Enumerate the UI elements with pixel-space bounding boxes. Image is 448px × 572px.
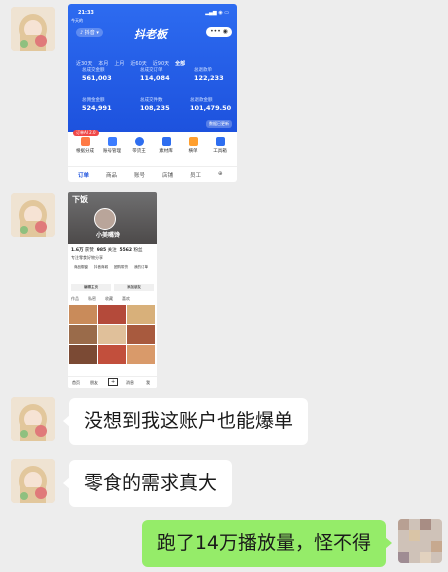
app-title: 抖老板 — [134, 28, 167, 41]
profile-name: 小美嘴馋 — [96, 232, 121, 239]
profile-cover: 下饭 小美嘴馋 — [68, 192, 157, 244]
stat-items: 总成交件数 108,235 — [140, 98, 170, 112]
filter-item[interactable]: 近30天 — [76, 60, 92, 67]
message-text: 跑了14万播放量，怪不得 — [156, 532, 371, 554]
message-bubble-incoming[interactable]: 零食的需求真大 — [63, 460, 233, 507]
menu-item[interactable]: 账号管理 — [100, 137, 124, 154]
nav-friends[interactable]: 朋友 — [90, 380, 98, 386]
nav-me[interactable]: 我 — [146, 380, 150, 386]
my-avatar[interactable] — [398, 519, 442, 563]
message-text: 零食的需求真大 — [84, 472, 218, 494]
tab-accounts[interactable]: 账号 — [134, 171, 145, 179]
tiktok-icon: ♪ — [80, 30, 84, 36]
video-thumbnail[interactable] — [127, 325, 155, 344]
video-thumbnail[interactable] — [69, 325, 97, 344]
tab-likes[interactable]: 喜欢 — [122, 296, 130, 301]
message-bubble-incoming[interactable]: 没想到我这账户也能爆单 — [63, 398, 309, 445]
contact-avatar[interactable] — [11, 7, 55, 51]
filter-item[interactable]: 上月 — [114, 60, 124, 67]
bubble-tail — [385, 537, 392, 549]
action-item[interactable]: 抖音商城 — [91, 265, 111, 270]
profile-bio: 专注零食好物分享 — [71, 255, 103, 260]
video-thumbnail[interactable] — [127, 305, 155, 324]
profile-actions: 商品橱窗 抖音商城 团购带货 我的订单 — [71, 265, 155, 270]
menu-item[interactable]: 素材库 — [154, 137, 178, 154]
action-item[interactable]: 商品橱窗 — [71, 265, 91, 270]
contact-avatar[interactable] — [11, 459, 55, 503]
filter-item[interactable]: 近60天 — [130, 60, 146, 67]
video-thumbnail[interactable] — [69, 305, 97, 324]
action-item[interactable]: 团购带货 — [111, 265, 131, 270]
date-filters: 近30天 本月 上月 近60天 近90天 全部 — [76, 50, 191, 69]
edit-profile-button[interactable]: 编辑主页 — [71, 284, 111, 291]
tab-private[interactable]: 私密 — [88, 296, 96, 301]
filter-item[interactable]: 近90天 — [153, 60, 169, 67]
tab-favorites[interactable]: 收藏 — [105, 296, 113, 301]
nav-create[interactable]: + — [108, 378, 119, 386]
video-thumbnail[interactable] — [69, 345, 97, 364]
menu-item[interactable]: 横单 — [181, 137, 205, 154]
image-message-profile-screenshot[interactable]: 下饭 小美嘴馋 1.6万 获赞 985 关注 5562 粉丝 专注零食好物分享 … — [68, 192, 157, 388]
filter-item[interactable]: 全部 — [175, 60, 185, 67]
tab-works[interactable]: 作品 — [71, 296, 79, 301]
bottom-tabs: 订单 商品 账号 店铺 员工 ⊕ — [68, 166, 237, 182]
filter-item[interactable]: 本月 — [98, 60, 108, 67]
bubble-tail — [63, 415, 70, 427]
contact-avatar[interactable] — [11, 397, 55, 441]
stat-total-orders: 总成交订单 114,084 — [140, 68, 170, 82]
feature-menu: 订单AI 2.0 根据分成 账号管理 带货王 素材库 横单 工具箱 — [71, 130, 234, 159]
profile-avatar[interactable] — [94, 208, 116, 230]
status-sub: 今天的 — [71, 18, 83, 23]
tab-products[interactable]: 商品 — [106, 171, 117, 179]
bottom-nav: 首页 朋友 + 消息 我 — [68, 376, 157, 388]
profile-tabs: 作品 私密 收藏 喜欢 — [71, 296, 155, 302]
add-icon[interactable]: ⊕ — [218, 171, 223, 177]
status-icons: ▂▄▆ ◉ ▭ — [205, 10, 229, 16]
nav-home[interactable]: 首页 — [72, 380, 80, 386]
menu-tag: 订单AI 2.0 — [73, 130, 99, 136]
menu-item[interactable]: 带货王 — [127, 137, 151, 154]
crown-icon — [134, 137, 144, 146]
folder-icon — [161, 137, 171, 146]
app-badge[interactable]: ♪ 抖音 ▾ — [76, 28, 103, 37]
share-icon — [80, 137, 90, 146]
mini-program-capsule[interactable]: ••• ◉ — [206, 27, 232, 37]
profile-stats: 1.6万 获赞 985 关注 5562 粉丝 — [71, 248, 143, 253]
stat-commission: 总佣金金额 524,991 — [82, 98, 112, 112]
tab-staff[interactable]: 员工 — [190, 171, 201, 179]
tab-shops[interactable]: 店铺 — [162, 171, 173, 179]
contact-avatar[interactable] — [11, 193, 55, 237]
stats-header: 21:33 今天的 ▂▄▆ ◉ ▭ ♪ 抖音 ▾ 抖老板 ••• ◉ 近30天本… — [68, 4, 237, 132]
bubble-tail — [63, 477, 70, 489]
profile-cover-title: 下饭 — [72, 195, 88, 204]
stat-total-sales: 总成交金额 561,003 — [82, 68, 112, 82]
video-thumbnail[interactable] — [98, 345, 126, 364]
nav-messages[interactable]: 消息 — [126, 380, 134, 386]
video-thumbnail[interactable] — [127, 345, 155, 364]
stat-refunds: 总退款单 122,233 — [194, 68, 224, 82]
action-item[interactable]: 我的订单 — [131, 265, 151, 270]
message-text: 没想到我这账户也能爆单 — [84, 410, 294, 432]
status-time: 21:33 — [78, 10, 94, 16]
stat-refund-amount: 总退款金额 101,479.50 — [190, 98, 232, 112]
message-bubble-outgoing[interactable]: 跑了14万播放量，怪不得 — [141, 520, 392, 567]
grid-icon — [215, 137, 225, 146]
data-updated-tag: 数据已更新 — [206, 120, 232, 128]
add-friend-button[interactable]: 添加朋友 — [114, 284, 154, 291]
list-icon — [188, 137, 198, 146]
video-thumbnail[interactable] — [98, 325, 126, 344]
account-icon — [107, 137, 117, 146]
menu-item[interactable]: 根据分成 — [73, 137, 97, 154]
video-thumbnail[interactable] — [98, 305, 126, 324]
menu-item[interactable]: 工具箱 — [208, 137, 232, 154]
tab-orders[interactable]: 订单 — [78, 171, 89, 179]
image-message-stats-screenshot[interactable]: 21:33 今天的 ▂▄▆ ◉ ▭ ♪ 抖音 ▾ 抖老板 ••• ◉ 近30天本… — [68, 4, 237, 182]
